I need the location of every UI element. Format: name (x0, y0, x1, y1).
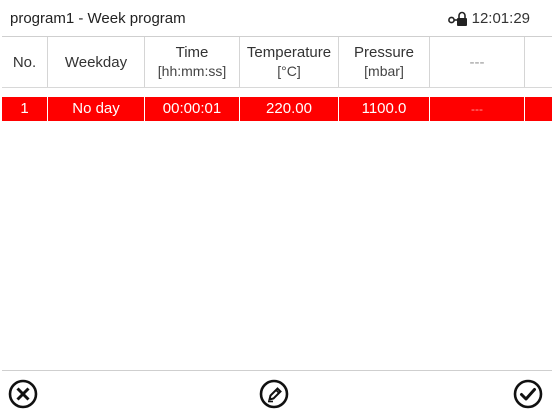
column-header-pressure: Pressure [mbar] (339, 37, 430, 87)
confirm-button[interactable] (511, 377, 545, 411)
cell-pressure[interactable]: 1100.0 (339, 97, 430, 121)
week-program-screen: program1 - Week program 12:01:29 No. Wee… (2, 2, 552, 416)
table-header: No. Weekday Time [hh:mm:ss] Temperature … (2, 37, 552, 88)
title-bar: program1 - Week program 12:01:29 (2, 2, 552, 37)
column-header-no: No. (2, 37, 48, 87)
table-row[interactable]: 1 No day 00:00:01 220.00 1100.0 --- (2, 97, 552, 121)
edit-pencil-icon (259, 379, 289, 409)
column-header-empty: --- (430, 37, 525, 87)
column-header-weekday: Weekday (48, 37, 145, 87)
column-header-time: Time [hh:mm:ss] (145, 37, 240, 87)
close-circle-icon (8, 379, 38, 409)
cancel-button[interactable] (6, 377, 40, 411)
cell-empty[interactable]: --- (430, 97, 525, 121)
cell-time[interactable]: 00:00:01 (145, 97, 240, 121)
status-area: 12:01:29 (447, 10, 530, 27)
clock-time: 12:01:29 (471, 10, 530, 27)
check-circle-icon (513, 379, 543, 409)
lock-open-icon (447, 11, 467, 26)
bottom-toolbar (2, 370, 552, 417)
cell-weekday[interactable]: No day (48, 97, 145, 121)
page-title: program1 - Week program (10, 10, 186, 27)
cell-temperature[interactable]: 220.00 (240, 97, 339, 121)
edit-button[interactable] (257, 377, 291, 411)
cell-no[interactable]: 1 (2, 97, 48, 121)
column-header-temperature: Temperature [°C] (240, 37, 339, 87)
